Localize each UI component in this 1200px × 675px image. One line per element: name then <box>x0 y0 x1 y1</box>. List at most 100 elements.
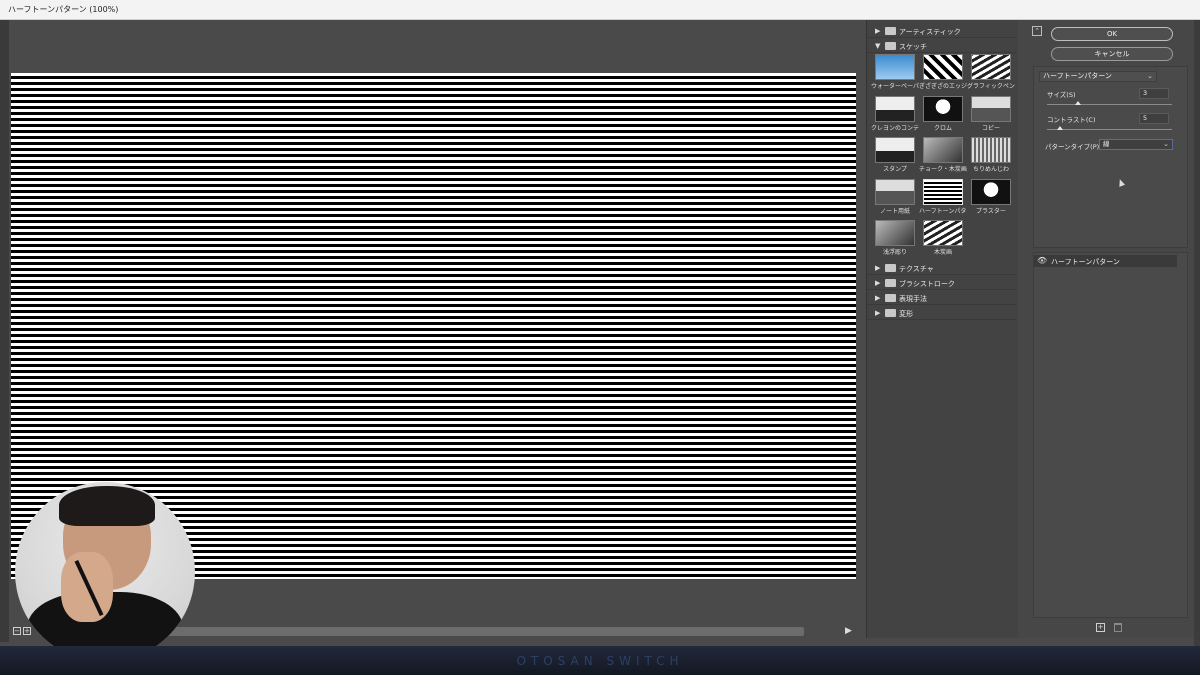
thumbnail-label: ノート用紙 <box>879 208 910 215</box>
filter-thumb-plaster[interactable]: プラスター <box>971 179 1011 215</box>
thumbnail-label: ウォーターペーパー <box>871 83 919 90</box>
filter-select[interactable]: ハーフトーンパターン ⌄ <box>1039 71 1157 82</box>
new-effect-layer-icon[interactable]: + <box>1096 623 1105 632</box>
size-label: サイズ(S) <box>1047 91 1076 99</box>
folder-icon <box>885 42 896 50</box>
bottom-banner: OTOSAN SWITCH <box>0 646 1200 675</box>
contrast-slider-knob[interactable] <box>1056 126 1063 130</box>
thumbnail-label: プラスター <box>976 208 1006 215</box>
thumbnail-image <box>923 179 963 205</box>
category-sketch[interactable]: ▼ スケッチ <box>867 39 1017 53</box>
title-bar: ハーフトーンパターン (100%) <box>0 0 1200 20</box>
ok-button[interactable]: OK <box>1051 27 1173 41</box>
thumbnail-label: クロム <box>933 125 952 132</box>
eye-icon[interactable]: 👁 <box>1037 256 1047 265</box>
category-label: ブラシストローク <box>899 280 955 288</box>
webcam-overlay <box>15 482 195 662</box>
brand-watermark: OTOSAN SWITCH <box>516 654 684 668</box>
thumbnail-image <box>875 179 915 205</box>
filter-thumb-graphic-pen[interactable]: グラフィックペン <box>967 54 1015 90</box>
thumbnail-image <box>923 220 963 246</box>
filter-thumb-note-paper[interactable]: ノート用紙 <box>875 179 915 215</box>
thumbnail-label: ハーフトーンパターン <box>919 208 967 215</box>
window-title: ハーフトーンパターン (100%) <box>8 5 119 14</box>
filter-gallery-window: ハーフトーンパターン (100%) − + ▶ ▶ アーティスティック ▼ スケ… <box>0 0 1200 675</box>
category-label: アーティスティック <box>899 28 961 36</box>
folder-icon <box>885 309 896 317</box>
filter-thumb-torn-edges[interactable]: ぎざぎざのエッジ <box>919 54 967 90</box>
collapsed-arrow-icon: ▶ <box>875 279 881 287</box>
effect-layers-panel <box>1033 252 1188 618</box>
contrast-slider[interactable] <box>1047 126 1172 130</box>
thumbnail-image <box>923 54 963 80</box>
right-edge <box>1194 20 1200 646</box>
thumbnail-label: グラフィックペン <box>967 83 1015 90</box>
thumbnail-image <box>971 179 1011 205</box>
size-slider-knob[interactable] <box>1075 101 1082 105</box>
chevron-down-icon: ⌄ <box>1147 72 1153 80</box>
pattern-type-value: 線 <box>1103 140 1110 148</box>
filter-thumb-bas-relief[interactable]: 浅浮彫り <box>875 220 915 256</box>
thumbnail-label: コピー <box>981 125 1000 132</box>
thumbnail-image <box>875 96 915 122</box>
filter-thumb-chrome[interactable]: クロム <box>923 96 963 132</box>
thumbnail-image <box>971 137 1011 163</box>
thumbnail-image <box>875 220 915 246</box>
thumbnail-label: 浅浮彫り <box>882 249 907 256</box>
collapsed-arrow-icon: ▶ <box>875 309 881 317</box>
zoom-out-button[interactable]: − <box>13 627 21 635</box>
expanded-arrow-icon: ▼ <box>875 42 881 50</box>
person-hair <box>59 486 155 526</box>
thumbnail-label: チョーク・木炭画 <box>919 166 967 173</box>
filter-select-value: ハーフトーンパターン <box>1043 72 1112 80</box>
category-label: スケッチ <box>899 43 927 51</box>
filter-categories-panel: ▶ アーティスティック ▼ スケッチ ウォーターペーパー ぎざぎざのエッジ グラ… <box>866 20 1018 638</box>
category-label: テクスチャ <box>899 265 934 273</box>
folder-icon <box>885 264 896 272</box>
filter-thumb-chalk-charcoal[interactable]: チョーク・木炭画 <box>919 137 967 173</box>
size-value-input[interactable]: 3 <box>1139 88 1169 99</box>
category-brush-strokes[interactable]: ▶ ブラシストローク <box>867 276 1017 290</box>
thumbnail-image <box>875 137 915 163</box>
scroll-right-icon[interactable]: ▶ <box>845 626 852 636</box>
thumbnail-image <box>923 137 963 163</box>
thumbnail-label: ぎざぎざのエッジ <box>919 83 967 90</box>
collapsed-arrow-icon: ▶ <box>875 27 881 35</box>
thumbnail-image <box>971 54 1011 80</box>
pattern-type-select[interactable]: 線 ⌄ <box>1099 139 1173 150</box>
thumbnail-image <box>923 96 963 122</box>
thumbnail-image <box>875 54 915 80</box>
thumbnail-label: 木炭画 <box>933 249 952 256</box>
contrast-label: コントラスト(C) <box>1047 116 1096 124</box>
cancel-button[interactable]: キャンセル <box>1051 47 1173 61</box>
collapse-gallery-icon[interactable]: ⌃ <box>1032 26 1042 36</box>
folder-icon <box>885 294 896 302</box>
size-slider[interactable] <box>1047 101 1172 105</box>
category-artistic[interactable]: ▶ アーティスティック <box>867 24 1017 38</box>
folder-icon <box>885 279 896 287</box>
trash-icon[interactable] <box>1114 623 1122 632</box>
filter-thumb-reticulation[interactable]: ちりめんじわ <box>971 137 1011 173</box>
thumbnail-label: ちりめんじわ <box>972 166 1009 173</box>
filter-thumb-water-paper[interactable]: ウォーターペーパー <box>871 54 919 90</box>
thumbnail-image <box>971 96 1011 122</box>
category-texture[interactable]: ▶ テクスチャ <box>867 261 1017 275</box>
folder-icon <box>885 27 896 35</box>
filter-thumb-conte-crayon[interactable]: クレヨンのコンテ画 <box>871 96 919 132</box>
filter-thumb-stamp[interactable]: スタンプ <box>875 137 915 173</box>
pattern-type-label: パターンタイプ(P) : <box>1045 143 1104 151</box>
collapsed-arrow-icon: ▶ <box>875 264 881 272</box>
effect-layer-label: ハーフトーンパターン <box>1051 258 1120 266</box>
collapsed-arrow-icon: ▶ <box>875 294 881 302</box>
contrast-value-input[interactable]: 5 <box>1139 113 1169 124</box>
filter-thumb-charcoal[interactable]: 木炭画 <box>923 220 963 256</box>
category-stylize[interactable]: ▶ 表現手法 <box>867 291 1017 305</box>
preview-left-edge <box>0 20 9 642</box>
thumbnail-label: クレヨンのコンテ画 <box>871 125 919 132</box>
filter-thumb-halftone-pattern[interactable]: ハーフトーンパターン <box>919 179 967 215</box>
filter-thumb-photocopy[interactable]: コピー <box>971 96 1011 132</box>
chevron-down-icon: ⌄ <box>1163 140 1169 148</box>
thumbnail-label: スタンプ <box>883 166 907 173</box>
category-distort[interactable]: ▶ 変形 <box>867 306 1017 320</box>
category-label: 変形 <box>899 310 913 318</box>
